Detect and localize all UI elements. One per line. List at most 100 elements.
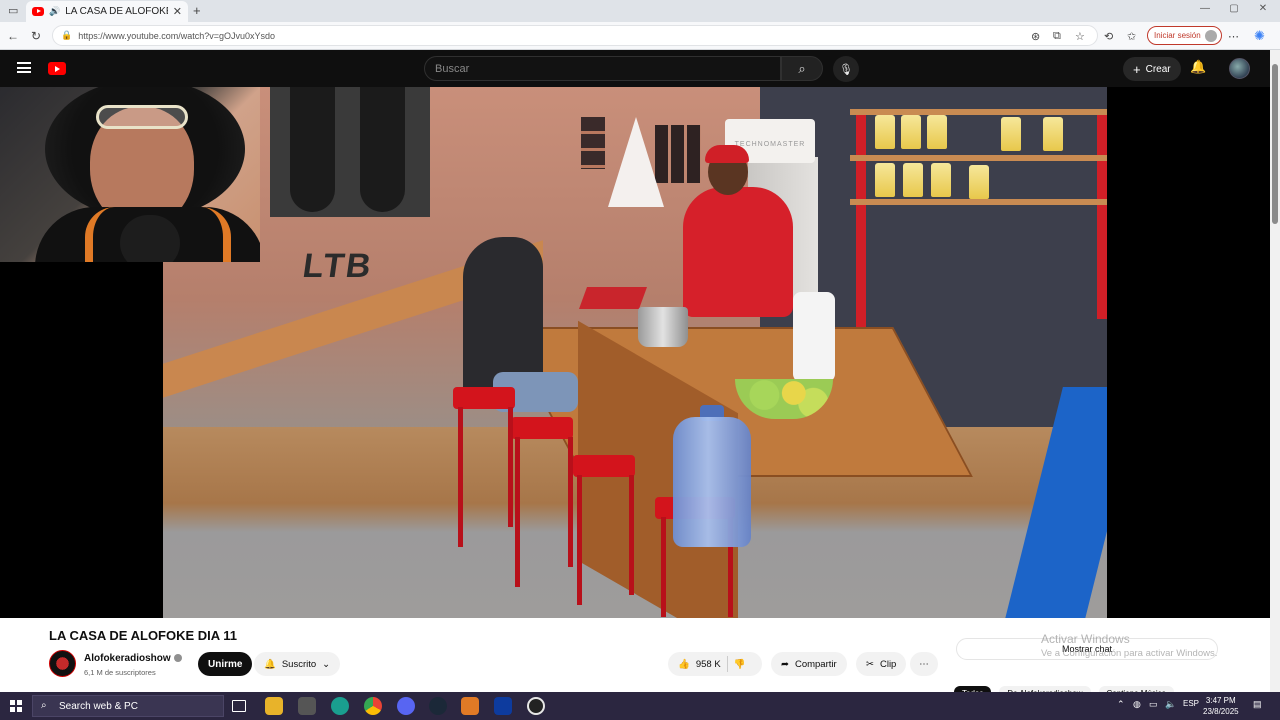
- video-scene-pot: [638, 307, 688, 347]
- extensions-icon[interactable]: ⟲: [1104, 30, 1113, 43]
- windows-taskbar: ⌕ Search web & PC ⌃ ◍ ▭ 🔈 ESP 3:47 PM 23…: [0, 692, 1280, 720]
- network-icon[interactable]: ◍: [1133, 699, 1141, 710]
- account-avatar[interactable]: [1229, 58, 1250, 79]
- video-scene-shelf: [850, 199, 1107, 205]
- like-divider: [726, 656, 728, 672]
- bell-icon: 🔔: [264, 658, 276, 670]
- video-scene-stool-leg: [458, 407, 463, 547]
- reading-view-icon[interactable]: ⧉: [1053, 30, 1061, 43]
- share-button[interactable]: ➦ Compartir: [771, 652, 847, 676]
- like-count[interactable]: 958 K: [696, 659, 721, 670]
- reload-icon[interactable]: ↻: [31, 29, 41, 43]
- youtube-logo-icon[interactable]: [48, 62, 66, 75]
- close-window-icon[interactable]: ✕: [1248, 3, 1278, 14]
- volume-icon[interactable]: 🔈: [1165, 699, 1176, 710]
- calculator-icon[interactable]: [298, 697, 316, 715]
- join-button[interactable]: Unirme: [198, 652, 253, 676]
- task-view-icon[interactable]: [232, 700, 246, 712]
- favorites-icon[interactable]: ✩: [1127, 30, 1136, 43]
- more-icon: ⋯: [919, 658, 929, 670]
- show-hidden-icons-icon[interactable]: ⌃: [1117, 699, 1125, 710]
- discord-icon[interactable]: [397, 697, 415, 715]
- video-scene-red-cap: [705, 145, 749, 163]
- clip-button[interactable]: ✂ Clip: [856, 652, 907, 676]
- video-scene-stool: [511, 417, 573, 439]
- address-input[interactable]: 🔒 https://www.youtube.com/watch?v=gOJvu0…: [52, 25, 1098, 46]
- video-scene-stool-leg: [508, 407, 513, 527]
- video-scene-stool: [573, 455, 635, 477]
- wifi-icon[interactable]: ▭: [1149, 699, 1158, 710]
- menu-icon[interactable]: [17, 62, 31, 73]
- video-scene-stool: [453, 387, 515, 409]
- create-button[interactable]: + Crear: [1123, 57, 1181, 81]
- subscribed-button[interactable]: 🔔 Suscrito ⌄: [254, 652, 341, 676]
- language-indicator[interactable]: ESP: [1183, 699, 1199, 708]
- video-scene-cutting-board: [578, 287, 648, 309]
- video-scene-bottle: [969, 165, 989, 199]
- video-scene-paper-towel: [793, 292, 835, 382]
- copilot-icon[interactable]: ✺: [1254, 28, 1265, 44]
- video-scene-frames: [581, 117, 605, 169]
- url-text: https://www.youtube.com/watch?v=gOJvu0xY…: [78, 30, 276, 41]
- audio-playing-icon[interactable]: 🔊: [49, 6, 60, 17]
- like-icon[interactable]: 👍: [678, 659, 690, 670]
- video-player[interactable]: TECHNOMASTER LTB: [0, 87, 1270, 618]
- new-tab-icon[interactable]: +: [193, 3, 201, 18]
- clock-date: 23/8/2025: [1203, 707, 1239, 716]
- more-actions-button[interactable]: ⋯: [910, 652, 938, 676]
- video-scene-stool-leg: [515, 437, 520, 587]
- translate-icon[interactable]: ⊛: [1031, 30, 1040, 43]
- tab-actions-icon[interactable]: ▭: [8, 4, 18, 17]
- notifications-bell-icon[interactable]: 🔔: [1190, 59, 1206, 75]
- notifications-icon[interactable]: ▤: [1253, 699, 1262, 710]
- search-input[interactable]: Buscar: [424, 56, 781, 81]
- channel-name[interactable]: Alofokeradioshow: [84, 653, 182, 664]
- activate-windows-title: Activar Windows: [1041, 632, 1130, 646]
- site-info-icon[interactable]: 🔒: [61, 30, 72, 41]
- search-placeholder: Buscar: [435, 62, 470, 75]
- close-tab-icon[interactable]: ✕: [173, 5, 182, 18]
- tab-title: LA CASA DE ALOFOKE DIA 11: [65, 6, 168, 17]
- video-scene-shelf-post: [1097, 109, 1107, 319]
- video-scene-water-jug: [673, 417, 751, 547]
- obs-icon[interactable]: [527, 697, 545, 715]
- subscribed-label: Suscrito: [281, 658, 317, 670]
- verified-icon: [173, 654, 182, 663]
- address-bar-row: ← ↻ 🔒 https://www.youtube.com/watch?v=gO…: [0, 22, 1280, 50]
- channel-name-text: Alofokeradioshow: [84, 653, 171, 664]
- maximize-icon[interactable]: ▢: [1219, 3, 1249, 14]
- more-options-icon[interactable]: ⋯: [1228, 30, 1239, 43]
- file-explorer-icon[interactable]: [265, 697, 283, 715]
- share-icon: ➦: [781, 658, 789, 670]
- video-scene-bottle: [927, 115, 947, 149]
- voice-search-button[interactable]: 🎙: [833, 56, 859, 82]
- video-scene-bottle: [1001, 117, 1021, 151]
- browser-tab-active[interactable]: 🔊 LA CASA DE ALOFOKE DIA 11 ✕: [26, 1, 188, 22]
- taskbar-clock[interactable]: 3:47 PM 23/8/2025: [1203, 695, 1239, 717]
- video-scene-stool-leg: [568, 437, 573, 567]
- page-scrollbar[interactable]: [1270, 50, 1280, 692]
- webcam-overlay: [0, 87, 260, 262]
- video-scene-stool-leg: [577, 475, 582, 605]
- playstation-icon[interactable]: [494, 697, 512, 715]
- steam-icon[interactable]: [429, 697, 447, 715]
- edge-browser-icon[interactable]: [331, 697, 349, 715]
- sign-in-button[interactable]: Iniciar sesión: [1147, 26, 1222, 45]
- chrome-icon[interactable]: [364, 697, 382, 715]
- video-scene-shelf: [850, 155, 1107, 161]
- scrollbar-thumb[interactable]: [1272, 64, 1278, 224]
- video-scene-stool-leg: [629, 475, 634, 595]
- search-button[interactable]: ⌕: [781, 56, 823, 81]
- clip-label: Clip: [879, 658, 897, 670]
- back-icon[interactable]: ←: [7, 29, 19, 43]
- sign-in-label: Iniciar sesión: [1154, 31, 1201, 40]
- dislike-icon[interactable]: 👎: [734, 659, 746, 670]
- vlc-icon[interactable]: [461, 697, 479, 715]
- favorite-star-icon[interactable]: ☆: [1075, 30, 1085, 43]
- video-scene-stool-leg: [661, 517, 666, 617]
- channel-avatar[interactable]: [49, 650, 76, 677]
- minimize-icon[interactable]: —: [1190, 3, 1220, 14]
- windows-start-icon[interactable]: [10, 700, 22, 712]
- video-scene-ltb-text: LTB: [300, 247, 376, 285]
- taskbar-search-input[interactable]: ⌕ Search web & PC: [32, 695, 224, 717]
